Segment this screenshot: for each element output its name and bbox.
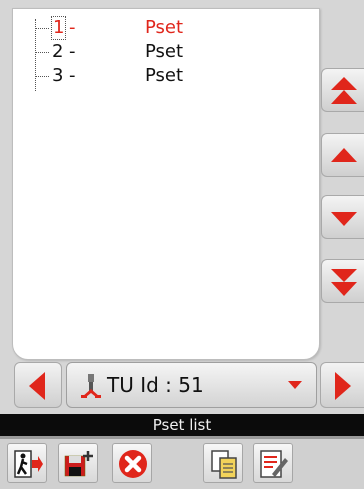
- tightening-unit-icon: [81, 374, 101, 398]
- previous-tu-button[interactable]: [14, 362, 62, 408]
- tree-branch-line: [35, 28, 49, 29]
- scroll-up-button[interactable]: [321, 133, 364, 177]
- edit-button[interactable]: [253, 443, 293, 483]
- chevron-down-icon: [331, 212, 357, 226]
- chevron-up-icon: [331, 148, 357, 162]
- tu-id-selector[interactable]: TU Id : 51: [66, 362, 317, 408]
- arrow-left-icon: [29, 372, 45, 400]
- delete-button[interactable]: [112, 443, 152, 483]
- next-tu-button[interactable]: [320, 362, 364, 408]
- dropdown-arrow-icon[interactable]: [287, 380, 303, 390]
- pset-number: 2: [52, 41, 64, 62]
- exit-button[interactable]: [7, 443, 47, 483]
- pset-separator: -: [69, 17, 76, 38]
- double-chevron-up-icon: [331, 77, 357, 104]
- pset-list-panel[interactable]: 1 - Pset 2 - Pset 3 - Pset: [12, 8, 320, 360]
- pset-list-item-2[interactable]: 2 - Pset: [35, 41, 315, 63]
- double-chevron-down-icon: [331, 269, 357, 296]
- copy-icon: [211, 450, 237, 479]
- save-new-icon: [64, 451, 93, 477]
- delete-icon: [119, 450, 147, 478]
- scroll-down-button[interactable]: [321, 195, 364, 239]
- bottom-toolbar: [0, 439, 364, 489]
- pset-number: 3: [52, 65, 64, 86]
- scroll-to-top-button[interactable]: [321, 68, 364, 112]
- pset-name: Pset: [145, 41, 184, 62]
- arrow-right-icon: [335, 372, 351, 400]
- tree-branch-line: [35, 52, 49, 53]
- pset-number: 1: [50, 16, 67, 40]
- scroll-to-bottom-button[interactable]: [321, 259, 364, 303]
- tu-id-label: TU Id : 51: [107, 373, 204, 397]
- save-new-button[interactable]: [58, 443, 98, 483]
- pset-list-item-3[interactable]: 3 - Pset: [35, 65, 315, 87]
- copy-button[interactable]: [203, 443, 243, 483]
- pset-list-item-1[interactable]: 1 - Pset: [35, 16, 315, 40]
- pset-name: Pset: [145, 17, 184, 38]
- pset-name: Pset: [145, 65, 184, 86]
- status-bar-title: Pset list: [0, 414, 364, 436]
- edit-icon: [260, 450, 288, 478]
- exit-icon: [14, 450, 43, 478]
- pset-separator: -: [69, 41, 76, 62]
- pset-separator: -: [69, 65, 76, 86]
- tree-branch-line: [35, 76, 49, 77]
